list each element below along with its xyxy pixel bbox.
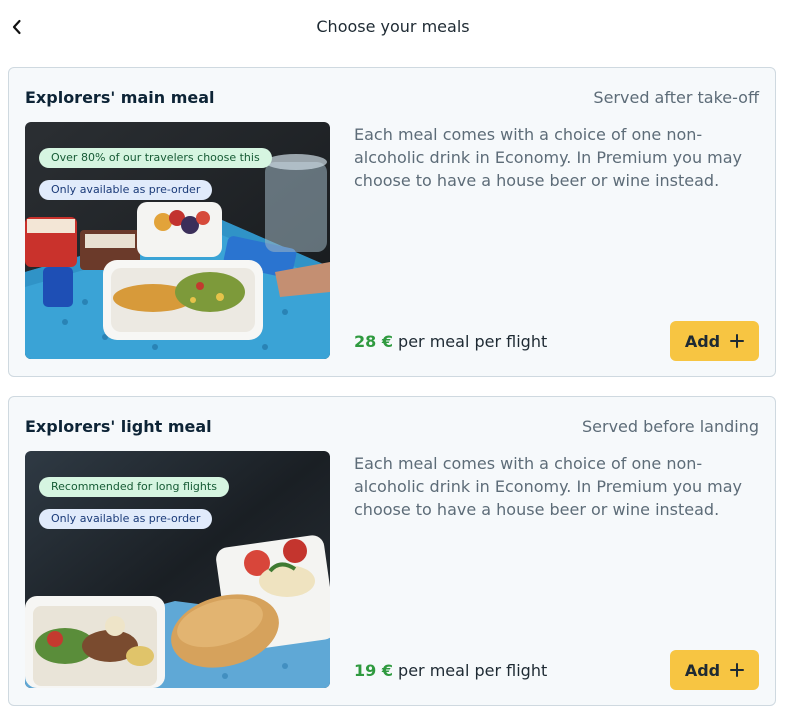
add-label: Add: [684, 331, 721, 351]
preorder-badge: Only available as pre-order: [39, 509, 213, 529]
meal-title: Explorers' light meal: [25, 417, 212, 436]
popularity-badge: Over 80% of our travelers choose this: [39, 148, 272, 168]
preorder-badge: Only available as pre-order: [39, 180, 213, 200]
header: Choose your meals: [0, 0, 786, 56]
page-title: Choose your meals: [316, 17, 470, 36]
price-line: 28 € per meal per flight: [354, 332, 547, 351]
recommendation-badge: Recommended for long flights: [39, 477, 229, 497]
price-line: 19 € per meal per flight: [354, 661, 547, 680]
add-label: Add: [684, 660, 721, 680]
meal-title: Explorers' main meal: [25, 88, 215, 107]
meal-price: 19 €: [354, 661, 393, 680]
meal-description: Each meal comes with a choice of one non…: [354, 125, 743, 190]
meal-card-main: Explorers' main meal Served after take-o…: [8, 67, 776, 377]
meal-photo: Recommended for long flights Only availa…: [25, 451, 330, 688]
meal-price: 28 €: [354, 332, 393, 351]
price-suffix: per meal per flight: [392, 661, 548, 680]
add-light-meal-button[interactable]: Add: [670, 650, 759, 690]
meal-photo: Over 80% of our travelers choose this On…: [25, 122, 330, 359]
meal-card-light: Explorers' light meal Served before land…: [8, 396, 776, 706]
served-time: Served after take-off: [593, 88, 759, 107]
price-suffix: per meal per flight: [392, 332, 548, 351]
served-time: Served before landing: [582, 417, 759, 436]
add-main-meal-button[interactable]: Add: [670, 321, 759, 361]
meal-description: Each meal comes with a choice of one non…: [354, 454, 743, 519]
plus-icon: [730, 334, 745, 348]
plus-icon: [730, 663, 745, 677]
